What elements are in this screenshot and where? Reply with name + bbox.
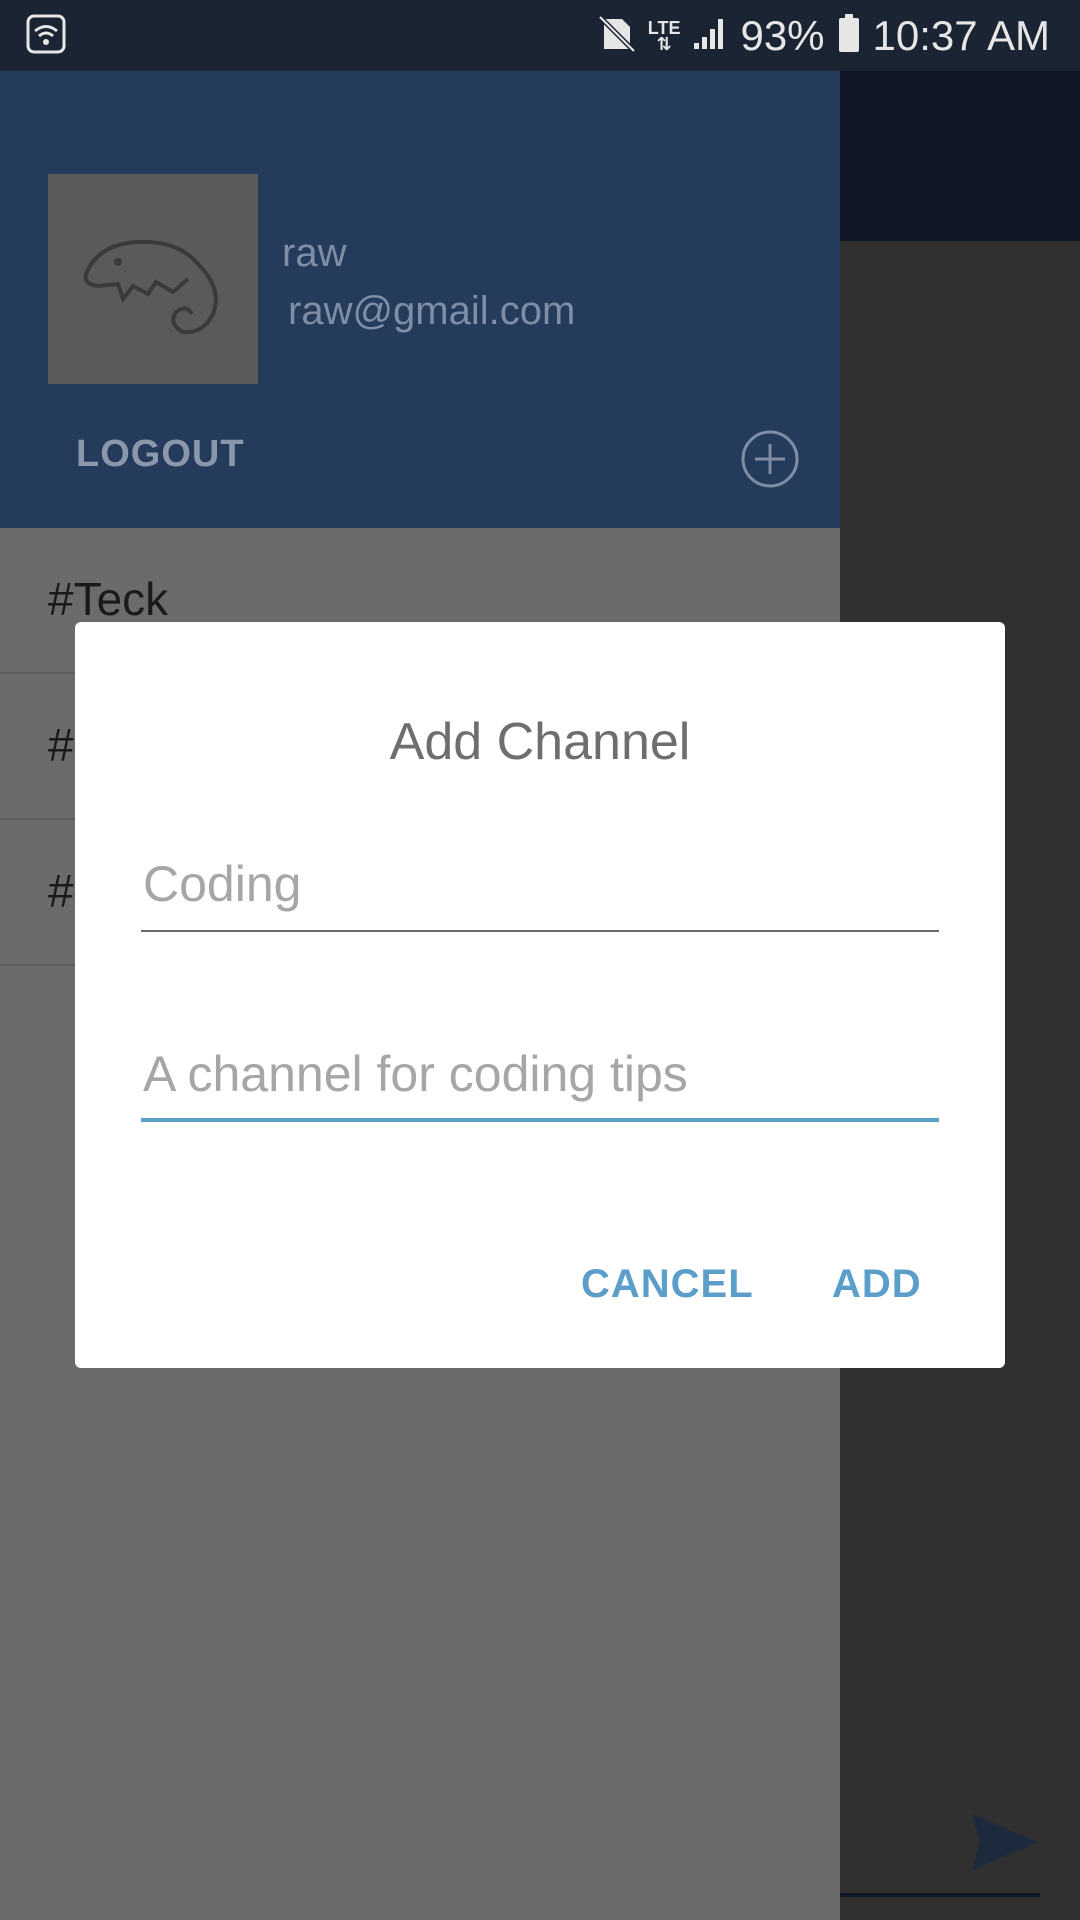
battery-percent: 93%: [740, 11, 825, 59]
channel-name: #: [48, 865, 74, 917]
network-type: LTE: [647, 17, 681, 38]
cancel-button[interactable]: CANCEL: [581, 1262, 754, 1307]
channel-description-field: [141, 1034, 939, 1122]
add-button[interactable]: ADD: [832, 1262, 922, 1307]
no-sim-icon: [596, 13, 636, 58]
screen: LTE ⇅ 93% 10:37 AM raw raw@gmail.com LOG…: [0, 0, 1080, 1920]
channel-name-field: [141, 844, 939, 932]
status-icons: LTE ⇅ 93% 10:37 AM: [596, 0, 1050, 71]
channel-description-input[interactable]: [141, 1034, 939, 1114]
logout-button[interactable]: LOGOUT: [76, 433, 245, 476]
add-channel-dialog: Add Channel CANCEL ADD: [75, 622, 1005, 1368]
drawer-header: raw raw@gmail.com LOGOUT: [0, 71, 840, 528]
user-email: raw@gmail.com: [288, 289, 576, 333]
message-input-underline: [840, 1893, 1040, 1897]
avatar: [48, 174, 258, 384]
add-channel-icon[interactable]: [740, 429, 800, 489]
dialog-title: Add Channel: [389, 713, 691, 771]
channel-name-input[interactable]: [141, 844, 939, 924]
chameleon-icon: [83, 239, 218, 335]
user-name: raw: [282, 231, 347, 275]
channel-name: #: [48, 719, 74, 771]
signal-icon: [692, 15, 728, 56]
main-app-bar: [840, 71, 1080, 241]
lte-icon: LTE ⇅: [647, 17, 681, 54]
channel-name-underline: [141, 930, 939, 932]
send-icon[interactable]: [970, 1810, 1040, 1879]
wifi-icon: [26, 14, 66, 59]
status-bar: LTE ⇅ 93% 10:37 AM: [0, 0, 1080, 71]
channel-description-underline: [141, 1118, 939, 1122]
channel-name: #Teck: [48, 573, 169, 625]
battery-icon: [837, 13, 861, 58]
clock: 10:37 AM: [872, 11, 1050, 59]
